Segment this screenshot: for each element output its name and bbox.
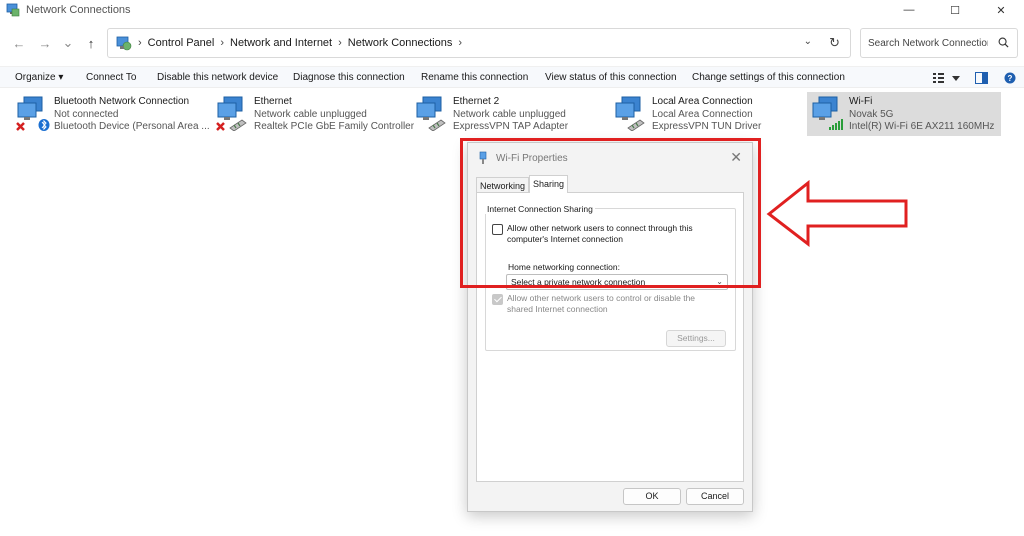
connection-details: Ethernet 2 Network cable unplugged Expre… <box>453 96 568 134</box>
ethernet-network-icon <box>416 96 446 131</box>
minimize-button[interactable]: — <box>886 0 932 20</box>
disable-device-command[interactable]: Disable this network device <box>157 72 278 83</box>
connection-bluetooth[interactable]: Bluetooth Network Connection Not connect… <box>12 92 210 136</box>
wifi-network-icon <box>812 96 843 130</box>
connection-status: Not connected <box>54 108 119 120</box>
breadcrumb-separator[interactable]: › <box>220 37 224 49</box>
cancel-button[interactable]: Cancel <box>686 488 744 505</box>
up-button[interactable]: ↑ <box>81 33 101 53</box>
connection-wifi[interactable]: Wi-Fi Novak 5G Intel(R) Wi-Fi 6E AX211 1… <box>807 92 1001 136</box>
command-bar: Organize ▾ Connect To Disable this netwo… <box>0 66 1024 88</box>
change-settings-command[interactable]: Change settings of this connection <box>692 72 845 83</box>
connection-name: Bluetooth Network Connection <box>54 96 190 107</box>
breadcrumb-separator: › <box>138 37 142 49</box>
recent-locations-button[interactable]: ⌄ <box>58 33 78 53</box>
back-button[interactable]: ← <box>9 33 29 53</box>
refresh-button[interactable]: ↻ <box>829 35 840 51</box>
search-input[interactable] <box>868 37 988 49</box>
connect-to-command[interactable]: Connect To <box>86 72 136 83</box>
connection-status: Network cable unplugged <box>453 108 566 120</box>
window-title: Network Connections <box>26 4 131 16</box>
breadcrumb-control-panel[interactable]: Control Panel <box>148 37 215 49</box>
connection-details: Local Area Connection Local Area Connect… <box>652 96 761 134</box>
connection-name: Ethernet <box>254 96 292 107</box>
connection-ethernet-2[interactable]: Ethernet 2 Network cable unplugged Expre… <box>411 92 607 136</box>
title-bar: Network Connections — ☐ ✕ <box>0 0 1024 20</box>
forward-button[interactable]: → <box>35 33 55 53</box>
allow-control-label: Allow other network users to control or … <box>507 293 696 314</box>
svg-text:?: ? <box>1008 74 1013 83</box>
search-box[interactable] <box>860 28 1018 58</box>
connection-device: Realtek PCIe GbE Family Controller <box>254 121 415 132</box>
tab-sharing[interactable]: Sharing <box>529 175 569 193</box>
view-dropdown-icon[interactable] <box>952 76 960 82</box>
connection-name: Ethernet 2 <box>453 96 500 107</box>
breadcrumb-network-connections[interactable]: Network Connections <box>348 37 453 49</box>
connection-details: Wi-Fi Novak 5G Intel(R) Wi-Fi 6E AX211 1… <box>849 96 994 134</box>
ethernet-network-icon <box>216 96 247 131</box>
connection-details: Bluetooth Network Connection Not connect… <box>54 96 210 134</box>
breadcrumb-network-and-internet[interactable]: Network and Internet <box>230 37 332 49</box>
rename-command[interactable]: Rename this connection <box>421 72 528 83</box>
settings-button: Settings... <box>666 330 726 347</box>
diagnose-command[interactable]: Diagnose this connection <box>293 72 405 83</box>
connection-status: Local Area Connection <box>652 108 753 120</box>
help-icon[interactable]: ? <box>1004 72 1016 84</box>
ethernet-network-icon <box>615 96 645 131</box>
connection-local-area[interactable]: Local Area Connection Local Area Connect… <box>610 92 802 136</box>
connection-details: Ethernet Network cable unplugged Realtek… <box>254 96 414 134</box>
allow-control-checkbox <box>492 294 503 305</box>
annotation-highlight-box <box>460 138 761 288</box>
connection-ethernet[interactable]: Ethernet Network cable unplugged Realtek… <box>212 92 414 136</box>
preview-pane-icon[interactable] <box>975 72 988 84</box>
maximize-button[interactable]: ☐ <box>932 0 978 20</box>
control-panel-icon <box>116 36 132 51</box>
connection-device: Bluetooth Device (Personal Area ... <box>54 121 210 132</box>
annotation-arrow-icon <box>766 180 908 248</box>
organize-menu[interactable]: Organize ▾ <box>15 72 63 83</box>
connection-device: ExpressVPN TAP Adapter <box>453 121 569 132</box>
connection-device: Intel(R) Wi-Fi 6E AX211 160MHz <box>849 121 995 132</box>
breadcrumb-separator[interactable]: › <box>458 37 462 49</box>
address-bar[interactable]: › Control Panel › Network and Internet ›… <box>107 28 851 58</box>
allow-control-option: Allow other network users to control or … <box>492 293 707 314</box>
close-button[interactable]: ✕ <box>978 0 1024 20</box>
address-dropdown-button[interactable]: ⌄ <box>804 36 812 47</box>
breadcrumb-separator[interactable]: › <box>338 37 342 49</box>
connection-status: Network cable unplugged <box>254 108 367 120</box>
bluetooth-network-icon <box>16 96 50 131</box>
network-connections-icon <box>6 3 20 17</box>
ok-button[interactable]: OK <box>623 488 681 505</box>
address-row: ← → ⌄ ↑ › Control Panel › Network and In… <box>0 28 1024 58</box>
connection-device: ExpressVPN TUN Driver <box>652 121 762 132</box>
search-icon <box>998 37 1009 48</box>
window-controls: — ☐ ✕ <box>886 0 1024 20</box>
view-options-icon[interactable] <box>933 72 945 84</box>
connection-name: Local Area Connection <box>652 96 753 107</box>
view-status-command[interactable]: View status of this connection <box>545 72 677 83</box>
connection-status: Novak 5G <box>849 108 894 120</box>
connection-name: Wi-Fi <box>849 96 873 107</box>
